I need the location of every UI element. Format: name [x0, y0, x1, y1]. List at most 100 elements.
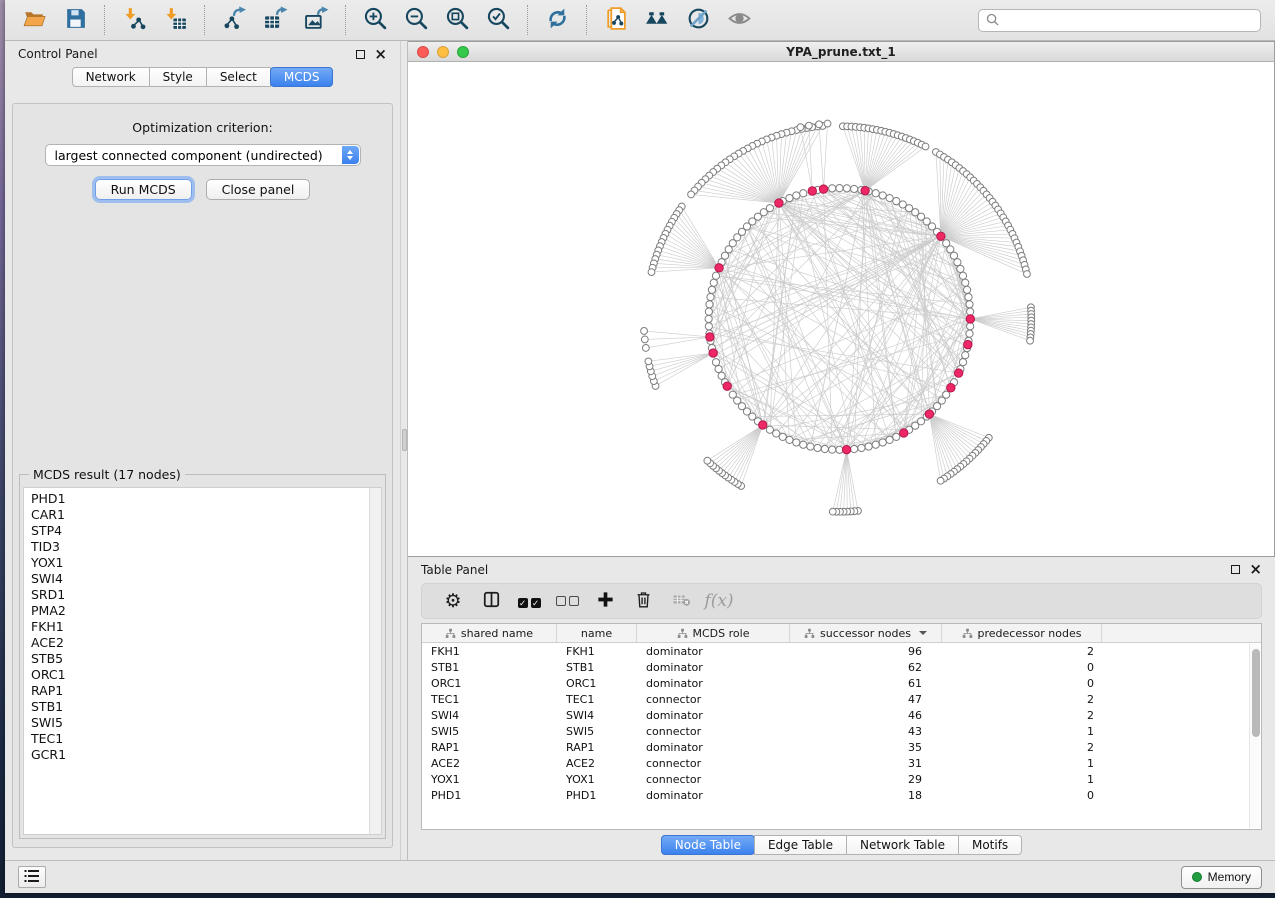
tab-style[interactable]: Style	[149, 67, 207, 87]
graph-node[interactable]	[962, 352, 969, 359]
memory-button[interactable]: Memory	[1181, 866, 1262, 889]
graph-node[interactable]	[886, 195, 893, 202]
column-header-mcds-role[interactable]: MCDS role	[637, 624, 790, 642]
table-row[interactable]: SWI5SWI5connector431	[422, 723, 1261, 739]
mcds-result-item[interactable]: PHD1	[31, 491, 368, 507]
column-header-successor-nodes[interactable]: successor nodes	[790, 624, 942, 642]
graph-leaf-node[interactable]	[688, 191, 695, 198]
delete-table-button[interactable]	[662, 586, 700, 616]
graph-leaf-node[interactable]	[937, 477, 944, 484]
zoom-out-button[interactable]	[401, 5, 431, 35]
tab-mcds[interactable]: MCDS	[270, 67, 334, 87]
mcds-result-item[interactable]: CAR1	[31, 507, 368, 523]
graph-node[interactable]	[705, 315, 712, 322]
graph-node[interactable]	[706, 301, 713, 308]
graph-node[interactable]	[766, 205, 773, 212]
search-input[interactable]	[1004, 13, 1253, 27]
panel-splitter[interactable]	[400, 41, 408, 860]
column-settings-button[interactable]: ⚙	[434, 586, 472, 616]
graph-node[interactable]	[843, 185, 850, 192]
graph-leaf-node[interactable]	[641, 336, 648, 343]
graph-mcds-node[interactable]	[925, 410, 933, 418]
export-network-button[interactable]	[219, 5, 249, 35]
tab-select[interactable]: Select	[206, 67, 271, 87]
graph-leaf-node[interactable]	[824, 120, 831, 127]
graph-mcds-node[interactable]	[709, 349, 717, 357]
graph-node[interactable]	[966, 330, 973, 337]
graph-node[interactable]	[879, 192, 886, 199]
table-row[interactable]: ORC1ORC1dominator610	[422, 675, 1261, 691]
graph-node[interactable]	[879, 439, 886, 446]
zoom-fit-button[interactable]	[442, 5, 472, 35]
export-table-button[interactable]	[260, 5, 290, 35]
graph-node[interactable]	[954, 259, 961, 266]
delete-column-button[interactable]	[624, 586, 662, 616]
window-close-icon[interactable]	[417, 46, 429, 58]
mcds-result-item[interactable]: ACE2	[31, 635, 368, 651]
mcds-result-item[interactable]: PMA2	[31, 603, 368, 619]
graph-node[interactable]	[705, 323, 712, 330]
graph-node[interactable]	[800, 190, 807, 197]
graph-leaf-node[interactable]	[648, 269, 655, 276]
graph-node[interactable]	[962, 279, 969, 286]
graph-mcds-node[interactable]	[759, 421, 767, 429]
import-network-button[interactable]	[119, 5, 149, 35]
graph-mcds-node[interactable]	[966, 315, 974, 323]
graph-node[interactable]	[872, 190, 879, 197]
graph-node[interactable]	[966, 301, 973, 308]
show-all-button[interactable]	[724, 5, 754, 35]
graph-node[interactable]	[965, 293, 972, 300]
add-column-button[interactable]	[586, 586, 624, 616]
float-table-panel-icon[interactable]	[1231, 565, 1240, 574]
mcds-result-item[interactable]: STB1	[31, 699, 368, 715]
graph-mcds-node[interactable]	[900, 429, 908, 437]
refresh-layout-button[interactable]	[542, 5, 572, 35]
zoom-selected-button[interactable]	[483, 5, 513, 35]
graph-node[interactable]	[705, 308, 712, 315]
toggle-panes-button[interactable]	[472, 586, 510, 616]
graph-node[interactable]	[829, 446, 836, 453]
graph-mcds-node[interactable]	[964, 340, 972, 348]
splitter-grip-icon[interactable]	[402, 429, 407, 451]
graph-mcds-node[interactable]	[706, 333, 714, 341]
window-zoom-icon[interactable]	[457, 46, 469, 58]
graph-leaf-node[interactable]	[805, 122, 812, 129]
graph-node[interactable]	[710, 279, 717, 286]
graph-mcds-node[interactable]	[842, 445, 850, 453]
close-panel-icon[interactable]: ×	[374, 50, 387, 59]
graph-mcds-node[interactable]	[715, 264, 723, 272]
run-mcds-button[interactable]: Run MCDS	[95, 179, 192, 200]
table-row[interactable]: SWI4SWI4dominator462	[422, 707, 1261, 723]
show-task-history-button[interactable]	[18, 866, 46, 888]
mcds-result-item[interactable]: TEC1	[31, 731, 368, 747]
float-panel-icon[interactable]	[356, 50, 365, 59]
table-row[interactable]: PHD1PHD1dominator180	[422, 787, 1261, 803]
graph-node[interactable]	[786, 436, 793, 443]
graph-node[interactable]	[872, 441, 879, 448]
graph-mcds-node[interactable]	[861, 186, 869, 194]
open-session-button[interactable]	[19, 5, 49, 35]
mcds-result-item[interactable]: RAP1	[31, 683, 368, 699]
graph-node[interactable]	[967, 323, 974, 330]
graph-mcds-node[interactable]	[808, 187, 816, 195]
network-canvas[interactable]	[408, 62, 1274, 556]
graph-node[interactable]	[715, 365, 722, 372]
window-minimize-icon[interactable]	[437, 46, 449, 58]
graph-node[interactable]	[712, 272, 719, 279]
graph-node[interactable]	[858, 444, 865, 451]
function-builder-button[interactable]: f(x)	[700, 586, 738, 616]
table-row[interactable]: FKH1FKH1dominator962	[422, 643, 1261, 659]
graph-leaf-node[interactable]	[704, 457, 711, 464]
mcds-result-item[interactable]: GCR1	[31, 747, 368, 763]
tab-network[interactable]: Network	[72, 67, 150, 87]
table-scrollbar-thumb[interactable]	[1252, 649, 1260, 737]
graph-node[interactable]	[865, 443, 872, 450]
graph-mcds-node[interactable]	[723, 382, 731, 390]
graph-node[interactable]	[766, 426, 773, 433]
close-table-panel-icon[interactable]: ×	[1249, 565, 1262, 574]
deselect-all-rows-button[interactable]	[548, 586, 586, 616]
save-session-button[interactable]	[60, 5, 90, 35]
table-row[interactable]: YOX1YOX1connector291	[422, 771, 1261, 787]
close-panel-button[interactable]: Close panel	[206, 179, 311, 200]
column-header-predecessor-nodes[interactable]: predecessor nodes	[942, 624, 1102, 642]
